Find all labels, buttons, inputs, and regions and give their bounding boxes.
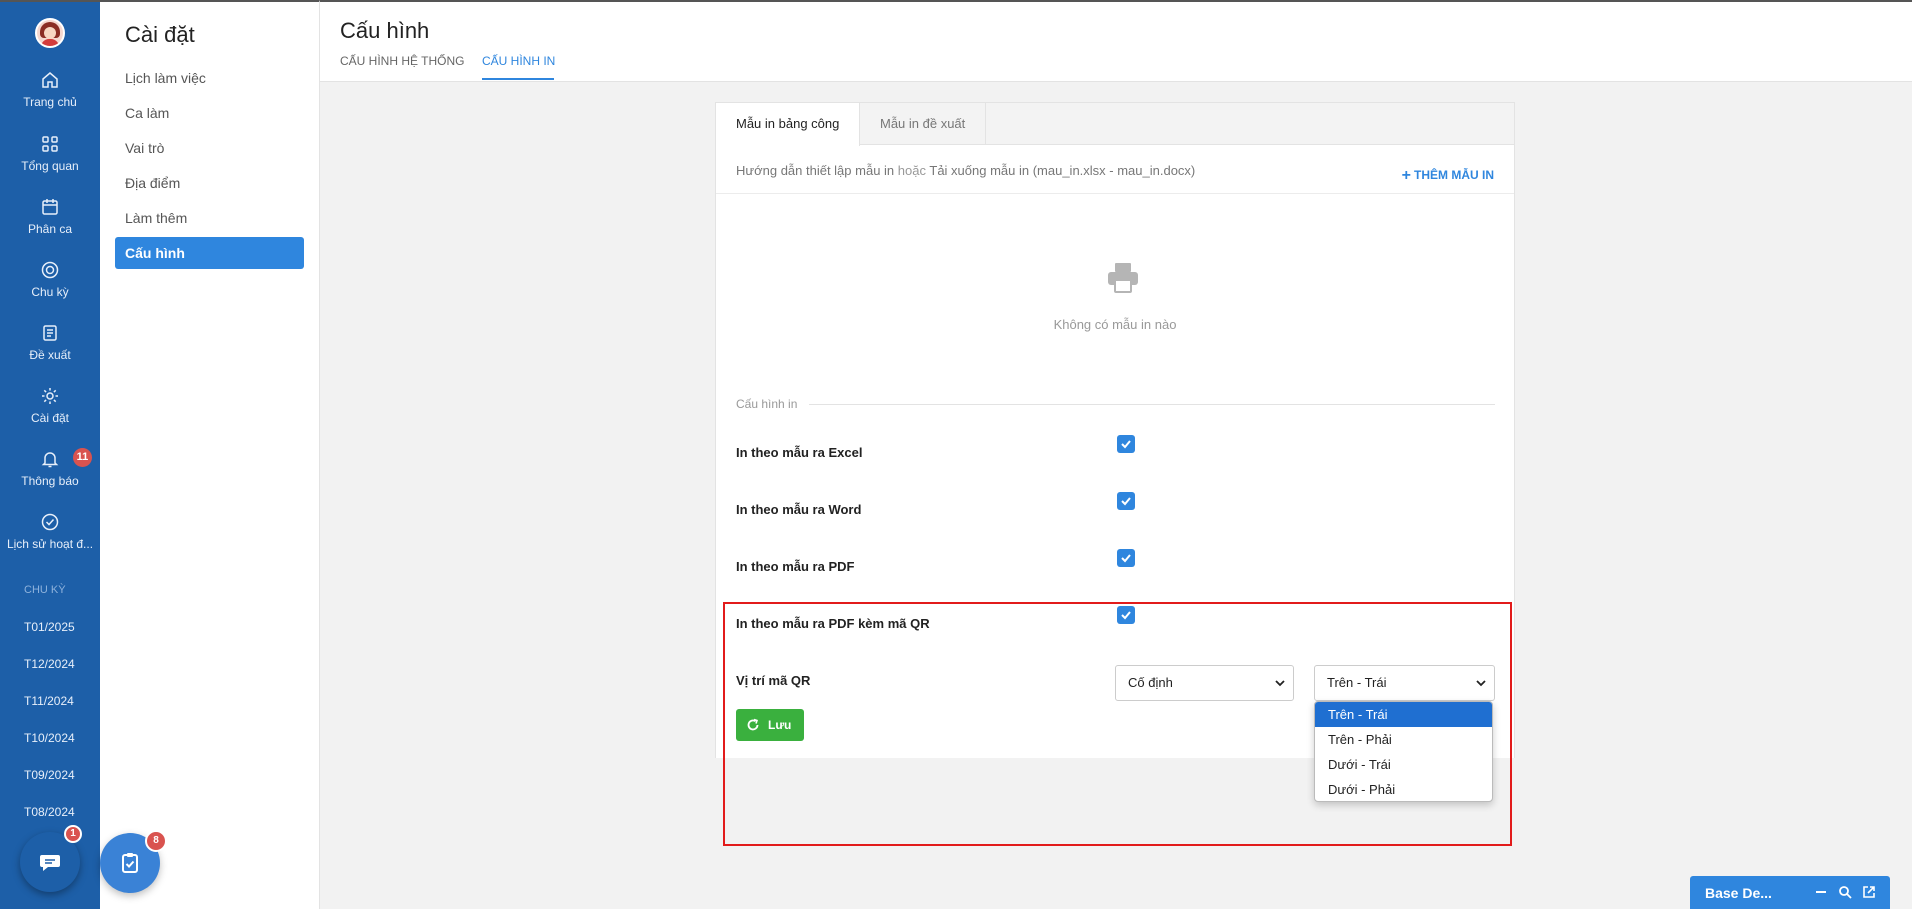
external-link-icon[interactable] bbox=[1862, 885, 1876, 899]
tab-print-config[interactable]: CẤU HÌNH IN bbox=[482, 54, 555, 68]
bell-icon bbox=[41, 452, 59, 468]
option-excel-checkbox[interactable] bbox=[1117, 435, 1135, 453]
period-item[interactable]: T01/2025 bbox=[0, 620, 100, 634]
option-excel-label: In theo mẫu ra Excel bbox=[736, 445, 863, 460]
clipboard-check-icon bbox=[122, 853, 138, 873]
sidebar-item-locations[interactable]: Địa điểm bbox=[125, 175, 180, 191]
check-icon bbox=[1121, 440, 1131, 449]
nav-label: Thông báo bbox=[21, 474, 79, 488]
option-pdf-checkbox[interactable] bbox=[1117, 549, 1135, 567]
minimize-icon[interactable] bbox=[1814, 885, 1828, 899]
tab-timesheet-template[interactable]: Mẫu in bảng công bbox=[716, 103, 861, 146]
guide-or-text: hoặc bbox=[897, 163, 926, 178]
calendar-icon bbox=[42, 199, 58, 215]
template-guide: Hướng dẫn thiết lập mẫu in hoặc Tải xuốn… bbox=[736, 163, 1195, 178]
check-circle-icon bbox=[41, 513, 59, 531]
main-nav: Trang chủ Tổng quan Phân ca Chu kỳ Đề xu… bbox=[0, 0, 100, 909]
nav-label: Chu kỳ bbox=[31, 285, 69, 299]
notification-badge: 11 bbox=[73, 448, 92, 467]
sidebar-item-work-schedule[interactable]: Lịch làm việc bbox=[125, 70, 206, 86]
grid-icon bbox=[42, 136, 58, 152]
period-item[interactable]: T10/2024 bbox=[0, 731, 100, 745]
nav-label: Đề xuất bbox=[29, 348, 71, 362]
user-avatar[interactable] bbox=[35, 18, 65, 48]
chat-bubble-icon bbox=[40, 855, 60, 871]
chat-bar-title: Base De... bbox=[1705, 885, 1772, 901]
nav-item-settings[interactable]: Cài đặt bbox=[0, 386, 100, 425]
nav-label: Trang chủ bbox=[23, 95, 77, 109]
period-item[interactable]: T08/2024 bbox=[0, 805, 100, 819]
chat-bar[interactable]: Base De... bbox=[1690, 876, 1890, 909]
document-icon bbox=[43, 325, 57, 341]
tab-system-config[interactable]: CẤU HÌNH HỆ THỐNG bbox=[340, 54, 464, 68]
sidebar-item-roles[interactable]: Vai trò bbox=[125, 140, 164, 156]
nav-item-activity-history[interactable]: Lịch sử hoạt đ... bbox=[0, 512, 100, 551]
download-template-link[interactable]: Tải xuống mẫu in (mau_in.xlsx - mau_in.d… bbox=[929, 163, 1195, 178]
nav-item-requests[interactable]: Đề xuất bbox=[0, 323, 100, 362]
page-title: Cấu hình bbox=[340, 18, 430, 43]
empty-state-text: Không có mẫu in nào bbox=[1053, 317, 1177, 332]
highlight-box bbox=[723, 602, 1512, 846]
page-header: Cấu hình CẤU HÌNH HỆ THỐNG CẤU HÌNH IN bbox=[320, 0, 1912, 82]
sidebar-title: Cài đặt bbox=[125, 22, 195, 47]
target-icon bbox=[41, 261, 59, 279]
sidebar-item-shifts[interactable]: Ca làm bbox=[125, 105, 169, 121]
option-pdf-label: In theo mẫu ra PDF bbox=[736, 559, 855, 574]
nav-label: Lịch sử hoạt đ... bbox=[6, 537, 94, 551]
section-divider bbox=[809, 404, 1495, 405]
plus-icon: + bbox=[1401, 167, 1411, 184]
add-template-button[interactable]: + THÊM MẪU IN bbox=[1402, 167, 1494, 185]
task-badge: 8 bbox=[145, 830, 167, 852]
print-config-section-title: Cấu hình in bbox=[736, 397, 798, 411]
search-icon[interactable] bbox=[1838, 885, 1852, 899]
nav-item-cycle[interactable]: Chu kỳ bbox=[0, 260, 100, 299]
active-tab-indicator bbox=[482, 78, 554, 80]
option-word-label: In theo mẫu ra Word bbox=[736, 502, 862, 517]
nav-label: Tổng quan bbox=[21, 159, 79, 173]
printer-icon bbox=[1108, 263, 1138, 293]
nav-item-home[interactable]: Trang chủ bbox=[0, 70, 100, 109]
template-tabs: Mẫu in bảng công Mẫu in đề xuất bbox=[716, 103, 1514, 146]
cycle-section-label: CHU KỲ bbox=[24, 584, 66, 596]
chat-badge: 1 bbox=[64, 825, 82, 843]
sidebar-item-overtime[interactable]: Làm thêm bbox=[125, 210, 187, 226]
period-item[interactable]: T11/2024 bbox=[0, 694, 100, 708]
gear-icon bbox=[42, 388, 58, 404]
nav-label: Cài đặt bbox=[30, 411, 70, 425]
sidebar-item-configuration[interactable]: Cấu hình bbox=[115, 237, 304, 269]
settings-sidebar: Cài đặt Lịch làm việc Ca làm Vai trò Địa… bbox=[100, 0, 320, 909]
home-icon bbox=[42, 72, 58, 88]
nav-label: Phân ca bbox=[27, 222, 73, 236]
check-icon bbox=[1121, 554, 1131, 563]
nav-item-shifts[interactable]: Phân ca bbox=[0, 197, 100, 236]
check-icon bbox=[1121, 497, 1131, 506]
divider bbox=[716, 193, 1514, 194]
option-word-checkbox[interactable] bbox=[1117, 492, 1135, 510]
period-item[interactable]: T12/2024 bbox=[0, 657, 100, 671]
guide-link[interactable]: Hướng dẫn thiết lập mẫu in bbox=[736, 163, 894, 178]
add-template-label: THÊM MẪU IN bbox=[1414, 168, 1494, 182]
nav-item-overview[interactable]: Tổng quan bbox=[0, 134, 100, 173]
tab-request-template[interactable]: Mẫu in đề xuất bbox=[860, 103, 987, 145]
period-item[interactable]: T09/2024 bbox=[0, 768, 100, 782]
